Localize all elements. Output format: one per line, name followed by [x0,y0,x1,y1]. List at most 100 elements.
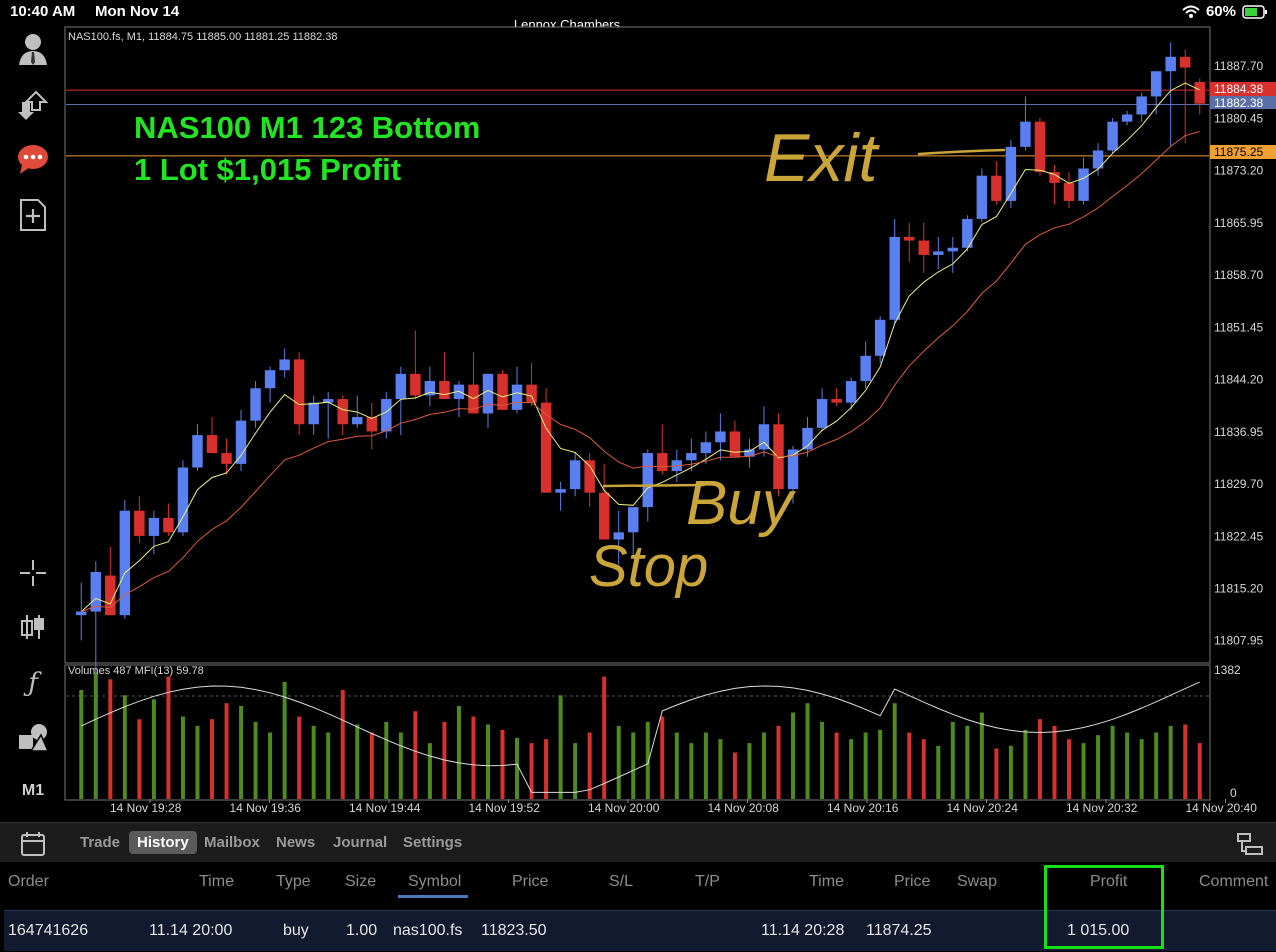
candle-body [192,435,203,468]
volume-bar [413,711,418,799]
profit-highlight-box [1044,865,1164,949]
price-chart[interactable]: 11887.70 11880.45 11873.20 11865.95 11858.70… [64,26,1276,820]
volume-bar [180,716,185,799]
tab-settings[interactable]: Settings [403,834,462,851]
volume-bar [573,743,578,799]
candle-body [991,175,1002,201]
price-axis-label: 11858.70 [1214,268,1263,282]
tool-rail: ƒ M1 [0,24,64,824]
volume-bar [311,725,316,799]
objects-icon[interactable] [14,718,52,756]
candle-body [1194,82,1205,104]
volume-bar [485,724,490,799]
time-axis-label: 14 Nov 20:24 [947,801,1019,815]
tab-history[interactable]: History [129,831,197,854]
candle-body [206,435,218,454]
candle-body [1150,71,1162,97]
candle-body [1078,168,1089,201]
volume-bar [1154,732,1159,799]
candle-body [279,359,290,371]
time-axis-label: 14 Nov 19:36 [230,801,302,815]
crosshair-icon[interactable] [14,554,52,592]
volume-bar [791,712,796,799]
chat-icon[interactable] [14,140,52,178]
candle-body [119,510,131,616]
volume-bar [776,725,781,799]
volume-bar [1110,725,1115,799]
col-symbol[interactable]: Symbol [408,873,461,891]
candle-body [1034,121,1046,173]
cell-open-price: 11823.50 [481,922,547,939]
price-axis-label: 11851.45 [1214,320,1263,334]
volume-bar [282,681,287,799]
candle-body [352,417,363,425]
handwritten-buy: Buy [686,469,797,538]
layout-toggle-icon[interactable] [1236,831,1264,857]
volume-bar [1197,743,1202,799]
col-order[interactable]: Order [8,873,49,891]
volume-bar [834,732,839,799]
battery-icon [1242,4,1267,19]
volume-bar [224,703,229,799]
candle-body [598,492,610,540]
volume-bar [137,719,142,799]
new-document-icon[interactable] [14,196,52,234]
volume-bar [1139,739,1144,799]
col-open-time[interactable]: Time [199,873,234,891]
col-size[interactable]: Size [345,873,376,891]
volume-bar [79,689,84,799]
col-close-price[interactable]: Price [894,873,930,891]
candle-body [337,399,348,425]
tab-mailbox[interactable]: Mailbox [204,834,260,851]
col-comment[interactable]: Comment [1199,873,1268,891]
candle-body [729,431,741,457]
volume-bar [384,721,389,799]
candle-body [889,236,900,320]
volume-bar [558,695,563,799]
indicators-icon[interactable]: ƒ [14,664,52,702]
candle-body [1020,121,1031,147]
price-axis-label: 11829.70 [1214,477,1263,491]
chart-area[interactable]: 11887.70 11880.45 11873.20 11865.95 11858.70… [64,26,1276,820]
tab-news[interactable]: News [276,834,315,851]
tab-journal[interactable]: Journal [333,834,387,851]
annotation-line-1: NAS100 M1 123 Bottom [134,110,480,145]
candle-body [163,517,174,533]
volume-bar [718,739,723,799]
tab-trade[interactable]: Trade [80,834,120,851]
volume-bar [849,739,854,799]
buy-stroke [602,483,706,488]
price-tag-orange-text: 11875.25 [1214,145,1263,159]
volume-bar [456,705,461,799]
trade-arrows-icon[interactable] [14,86,52,124]
calendar-icon[interactable] [20,831,46,857]
candle-body [933,251,944,255]
candle-body [628,507,639,533]
person-icon[interactable] [14,30,52,68]
volume-bar [297,716,302,799]
price-tag-red-text: 11884.38 [1214,82,1263,96]
col-sl[interactable]: S/L [609,873,633,891]
time-axis-label: 14 Nov 19:28 [110,801,182,815]
volume-bar [1037,719,1042,799]
candle-body [831,399,842,403]
time-axis-label: 14 Nov 20:40 [1186,801,1258,815]
candle-body [293,359,305,425]
volume-bar [369,732,374,799]
volume-bar [732,752,737,799]
timeframe-button[interactable]: M1 [14,772,52,810]
candle-body [264,370,276,389]
col-open-price[interactable]: Price [512,873,548,891]
price-axis-label: 11807.95 [1214,634,1263,648]
handwritten-stop: Stop [589,534,708,599]
col-close-time[interactable]: Time [809,873,844,891]
candle-body [221,453,232,464]
candlestick-type-icon[interactable] [14,608,52,646]
col-swap[interactable]: Swap [957,873,997,891]
volume-bar [1008,745,1013,799]
candle-body [90,571,102,612]
candle-body [395,373,407,400]
col-type[interactable]: Type [276,873,311,891]
col-tp[interactable]: T/P [695,873,720,891]
price-axis-label: 11880.45 [1214,111,1263,125]
